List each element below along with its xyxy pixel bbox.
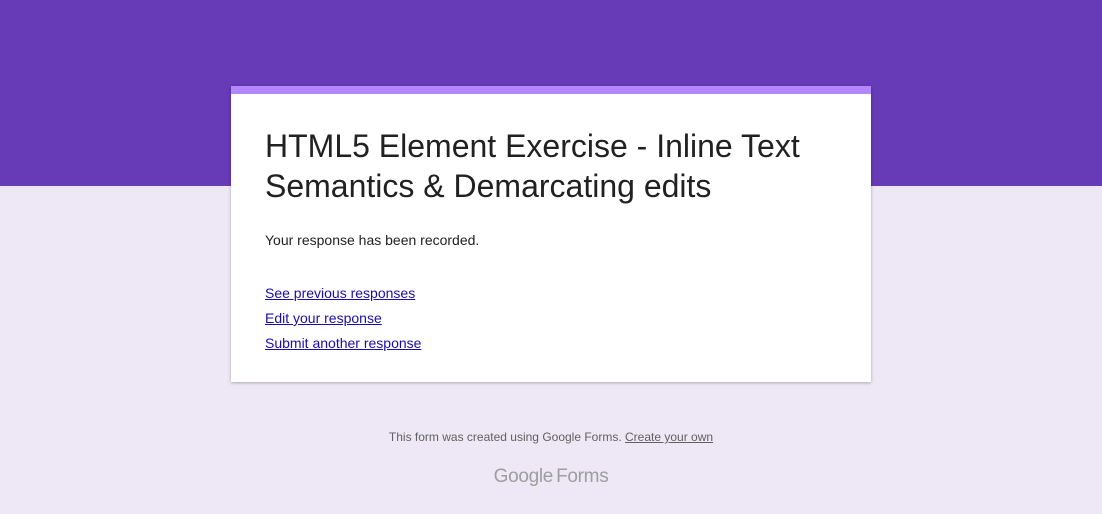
card-content: HTML5 Element Exercise - Inline Text Sem… (265, 126, 845, 356)
confirmation-card: HTML5 Element Exercise - Inline Text Sem… (231, 86, 871, 382)
create-your-own-link[interactable]: Create your own (625, 430, 713, 444)
footer: This form was created using Google Forms… (0, 428, 1102, 446)
card-accent-bar (231, 86, 871, 94)
response-links: See previous responses Edit your respons… (265, 281, 845, 356)
brand-google-text: Google (493, 466, 554, 487)
confirmation-message: Your response has been recorded. (265, 232, 480, 248)
edit-response-link[interactable]: Edit your response (265, 306, 845, 331)
form-title: HTML5 Element Exercise - Inline Text Sem… (265, 128, 800, 204)
google-forms-logo[interactable]: Google Forms (0, 464, 1102, 490)
footer-text: This form was created using Google Forms… (388, 430, 626, 444)
submit-another-response-link[interactable]: Submit another response (265, 331, 845, 356)
brand-forms-text: Forms (556, 466, 609, 487)
see-previous-responses-link[interactable]: See previous responses (265, 281, 845, 306)
